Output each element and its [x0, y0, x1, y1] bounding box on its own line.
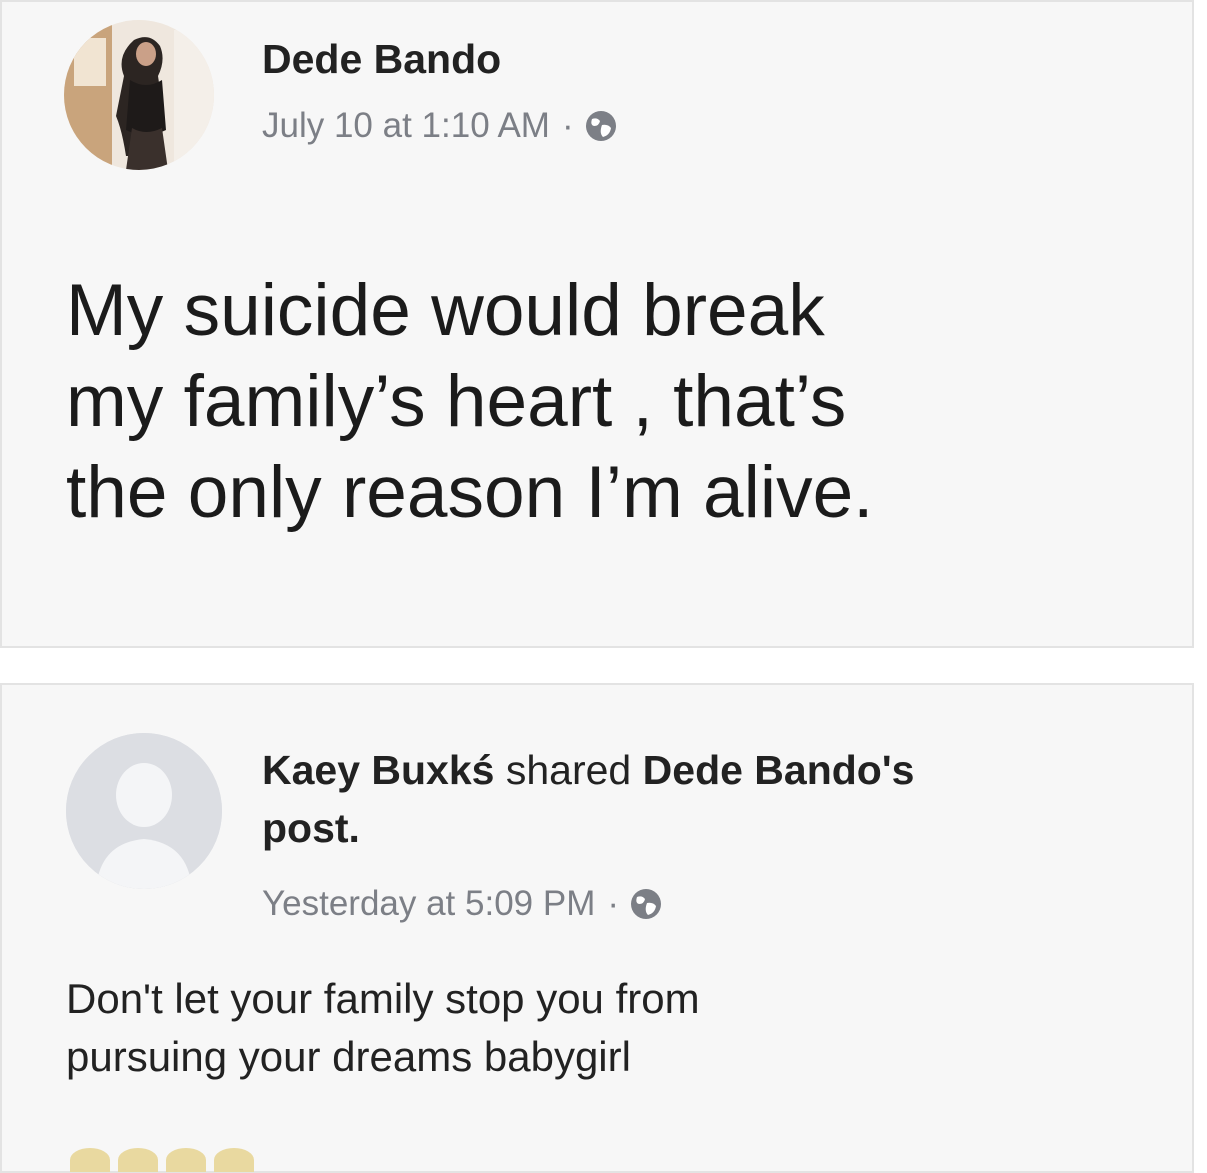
meta-separator: ·	[607, 884, 620, 923]
emoji-icon	[166, 1148, 206, 1172]
globe-icon	[629, 887, 663, 921]
shared-post-meta: Yesterday at 5:09 PM ·	[262, 884, 663, 924]
post-text-line: the only reason I’m alive.	[66, 452, 874, 533]
emoji-icon	[214, 1148, 254, 1172]
sharer-name[interactable]: Kaey Buxkś	[262, 747, 494, 793]
post-link[interactable]: post.	[262, 805, 360, 851]
post-text-line: pursuing your dreams babygirl	[66, 1033, 631, 1080]
share-action: shared	[505, 747, 632, 793]
original-post-text: My suicide would break my family’s heart…	[66, 265, 1146, 538]
post-timestamp[interactable]: July 10 at 1:10 AM	[262, 106, 550, 146]
shared-post-text: Don't let your family stop you from purs…	[66, 970, 1066, 1086]
shared-post-timestamp[interactable]: Yesterday at 5:09 PM	[262, 884, 595, 924]
emoji-icon	[118, 1148, 158, 1172]
post-text-line: my family’s heart , that’s	[66, 361, 847, 442]
sharer-avatar[interactable]	[66, 733, 222, 889]
default-profile-icon	[66, 733, 222, 889]
emoji-icon	[70, 1148, 110, 1172]
share-header: Kaey Buxkś shared Dede Bando's post.	[262, 741, 1162, 857]
post-text-line: Don't let your family stop you from	[66, 975, 700, 1022]
author-name[interactable]: Dede Bando	[262, 36, 501, 83]
meta-separator: ·	[561, 106, 574, 145]
profile-photo-icon	[64, 20, 214, 170]
post-meta: July 10 at 1:10 AM ·	[262, 106, 618, 146]
post-text-line: My suicide would break	[66, 270, 825, 351]
author-avatar[interactable]	[64, 20, 214, 170]
globe-icon	[584, 109, 618, 143]
original-author-link[interactable]: Dede Bando's	[643, 747, 915, 793]
